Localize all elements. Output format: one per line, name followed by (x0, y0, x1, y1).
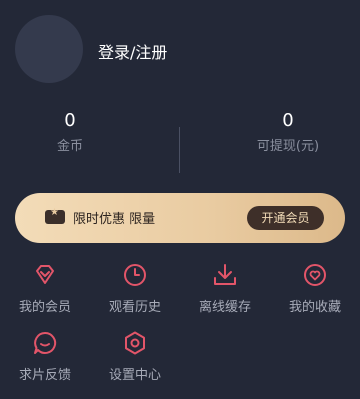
download-icon (214, 264, 236, 285)
grid-item-label: 观看历史 (108, 300, 161, 315)
grid-item-offline-cache[interactable]: 离线缓存 (180, 262, 270, 315)
grid-item-settings[interactable]: 设置中心 (90, 330, 180, 383)
clock-icon (124, 264, 146, 286)
heart-icon (304, 264, 326, 286)
grid-item-favorites[interactable]: 我的收藏 (270, 262, 360, 315)
withdrawable-label: 可提现(元) (256, 139, 320, 154)
avatar[interactable] (15, 15, 83, 83)
coins-stat[interactable]: 0 金币 (0, 110, 140, 154)
chat-icon (34, 331, 57, 354)
grid-item-my-vip[interactable]: 我的会员 (0, 262, 90, 315)
open-vip-button[interactable]: 开通会员 (247, 206, 324, 230)
grid-item-label: 我的会员 (18, 300, 71, 315)
vip-banner[interactable]: 限时优惠 限量 开通会员 (15, 193, 345, 243)
grid-item-label: 求片反馈 (18, 368, 71, 383)
withdrawable-value: 0 (282, 110, 294, 131)
diamond-icon (36, 265, 54, 284)
stat-divider (179, 127, 180, 173)
grid-item-label: 离线缓存 (198, 300, 251, 315)
vip-promo-text: 限时优惠 限量 (73, 212, 156, 227)
login-register-link[interactable]: 登录/注册 (98, 39, 167, 63)
coins-value: 0 (64, 110, 76, 131)
grid-item-feedback[interactable]: 求片反馈 (0, 330, 90, 383)
grid-item-history[interactable]: 观看历史 (90, 262, 180, 315)
ticket-icon (45, 207, 65, 224)
coins-label: 金币 (56, 139, 83, 154)
grid-item-label: 设置中心 (108, 368, 161, 383)
gear-icon (125, 331, 145, 355)
withdrawable-stat[interactable]: 0 可提现(元) (218, 110, 358, 154)
grid-item-label: 我的收藏 (288, 300, 341, 315)
